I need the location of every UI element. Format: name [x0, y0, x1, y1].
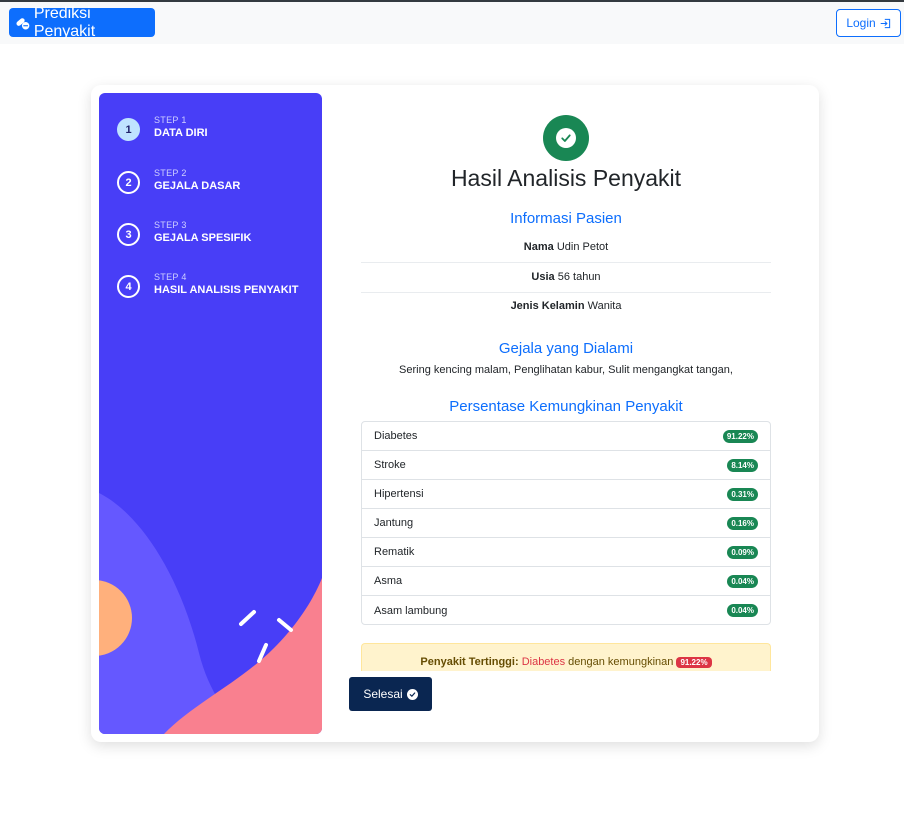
top-disease-name: Diabetes [521, 656, 566, 668]
step-3[interactable]: 3 STEP 3 GEJALA SPESIFIK [117, 220, 251, 246]
top-disease-label: Penyakit Tertinggi: [420, 656, 519, 668]
step-3-small: STEP 3 [154, 220, 187, 230]
percent-badge: 0.04% [727, 574, 758, 588]
list-item: Stroke 8.14% [362, 451, 770, 480]
step-2[interactable]: 2 STEP 2 GEJALA DASAR [117, 168, 240, 194]
step-4[interactable]: 4 STEP 4 HASIL ANALISIS PENYAKIT [117, 272, 298, 298]
percent-badge: 0.04% [727, 604, 758, 617]
step-2-small: STEP 2 [154, 168, 187, 178]
disease-name: Asam lambung [374, 604, 448, 617]
patient-heading: Informasi Pasien [510, 210, 622, 227]
login-button[interactable]: Login [836, 9, 901, 37]
list-item: Rematik 0.09% [362, 538, 770, 567]
list-item: Asma 0.04% [362, 567, 770, 596]
disease-name: Stroke [374, 459, 406, 471]
patient-gender-label: Jenis Kelamin [510, 300, 585, 312]
disease-name: Rematik [374, 546, 415, 558]
disease-percent-list: Diabetes 91.22% Stroke 8.14% Hipertensi … [361, 421, 771, 625]
navbar: Prediksi Penyakit Login [0, 2, 904, 44]
step-3-number: 3 [117, 223, 140, 246]
check-icon [561, 134, 571, 142]
finish-button[interactable]: Selesai [349, 677, 432, 711]
top-disease-badge: 91.22% [676, 657, 712, 668]
percent-badge: 0.16% [727, 516, 758, 530]
patient-gender-value: Wanita [587, 300, 622, 312]
wizard-card: 1 STEP 1 DATA DIRI 2 STEP 2 GEJALA DASAR… [91, 85, 819, 742]
step-1-number: 1 [117, 118, 140, 141]
percent-heading: Persentase Kemungkinan Penyakit [449, 398, 683, 415]
symptoms-heading: Gejala yang Dialami [498, 340, 634, 357]
patient-age-value: 56 tahun [557, 271, 601, 283]
list-item: Asam lambung 0.04% [362, 596, 770, 624]
brand-label: Prediksi Penyakit [33, 4, 96, 40]
top-disease-middle: dengan kemungkinan [568, 656, 674, 668]
step-1[interactable]: 1 STEP 1 DATA DIRI [117, 115, 208, 141]
wizard-sidebar: 1 STEP 1 DATA DIRI 2 STEP 2 GEJALA DASAR… [99, 93, 322, 734]
success-check-icon [543, 115, 589, 161]
check-circle-icon [406, 688, 418, 700]
percent-badge: 0.09% [727, 545, 758, 559]
login-icon [880, 18, 890, 28]
disease-name: Jantung [374, 517, 414, 529]
patient-age-row: Usia 56 tahun [361, 263, 771, 293]
step-2-number: 2 [117, 171, 140, 194]
result-title: Hasil Analisis Penyakit [450, 165, 682, 191]
step-2-name: GEJALA DASAR [154, 180, 241, 192]
pills-icon [16, 18, 30, 30]
list-item: Hipertensi 0.31% [362, 480, 770, 509]
disease-name: Diabetes [374, 430, 418, 442]
brand-button[interactable]: Prediksi Penyakit [9, 5, 155, 40]
patient-name-label: Nama [523, 241, 554, 253]
patient-name-value: Udin Petot [556, 241, 609, 253]
percent-badge: 0.31% [727, 487, 758, 501]
step-4-name: HASIL ANALISIS PENYAKIT [154, 284, 299, 296]
step-4-number: 4 [117, 275, 140, 298]
percent-badge: 8.14% [727, 458, 758, 472]
patient-gender-row: Jenis Kelamin Wanita [361, 292, 771, 321]
step-1-name: DATA DIRI [154, 127, 208, 139]
patient-name-row: Nama Udin Petot [361, 233, 771, 263]
disease-name: Hipertensi [374, 488, 424, 500]
disease-name: Asma [374, 575, 403, 587]
step-1-small: STEP 1 [154, 115, 187, 125]
percent-badge: 91.22% [722, 429, 758, 443]
step-4-small: STEP 4 [154, 272, 187, 282]
step-3-name: GEJALA SPESIFIK [154, 232, 252, 244]
top-disease-alert: Penyakit Tertinggi: Diabetes dengan kemu… [361, 643, 771, 671]
finish-label: Selesai [363, 687, 403, 701]
patient-age-label: Usia [531, 271, 555, 283]
list-item: Diabetes 91.22% [362, 422, 770, 451]
login-label: Login [846, 16, 876, 30]
symptoms-text: Sering kencing malam, Penglihatan kabur,… [399, 364, 733, 376]
list-item: Jantung 0.16% [362, 509, 770, 538]
